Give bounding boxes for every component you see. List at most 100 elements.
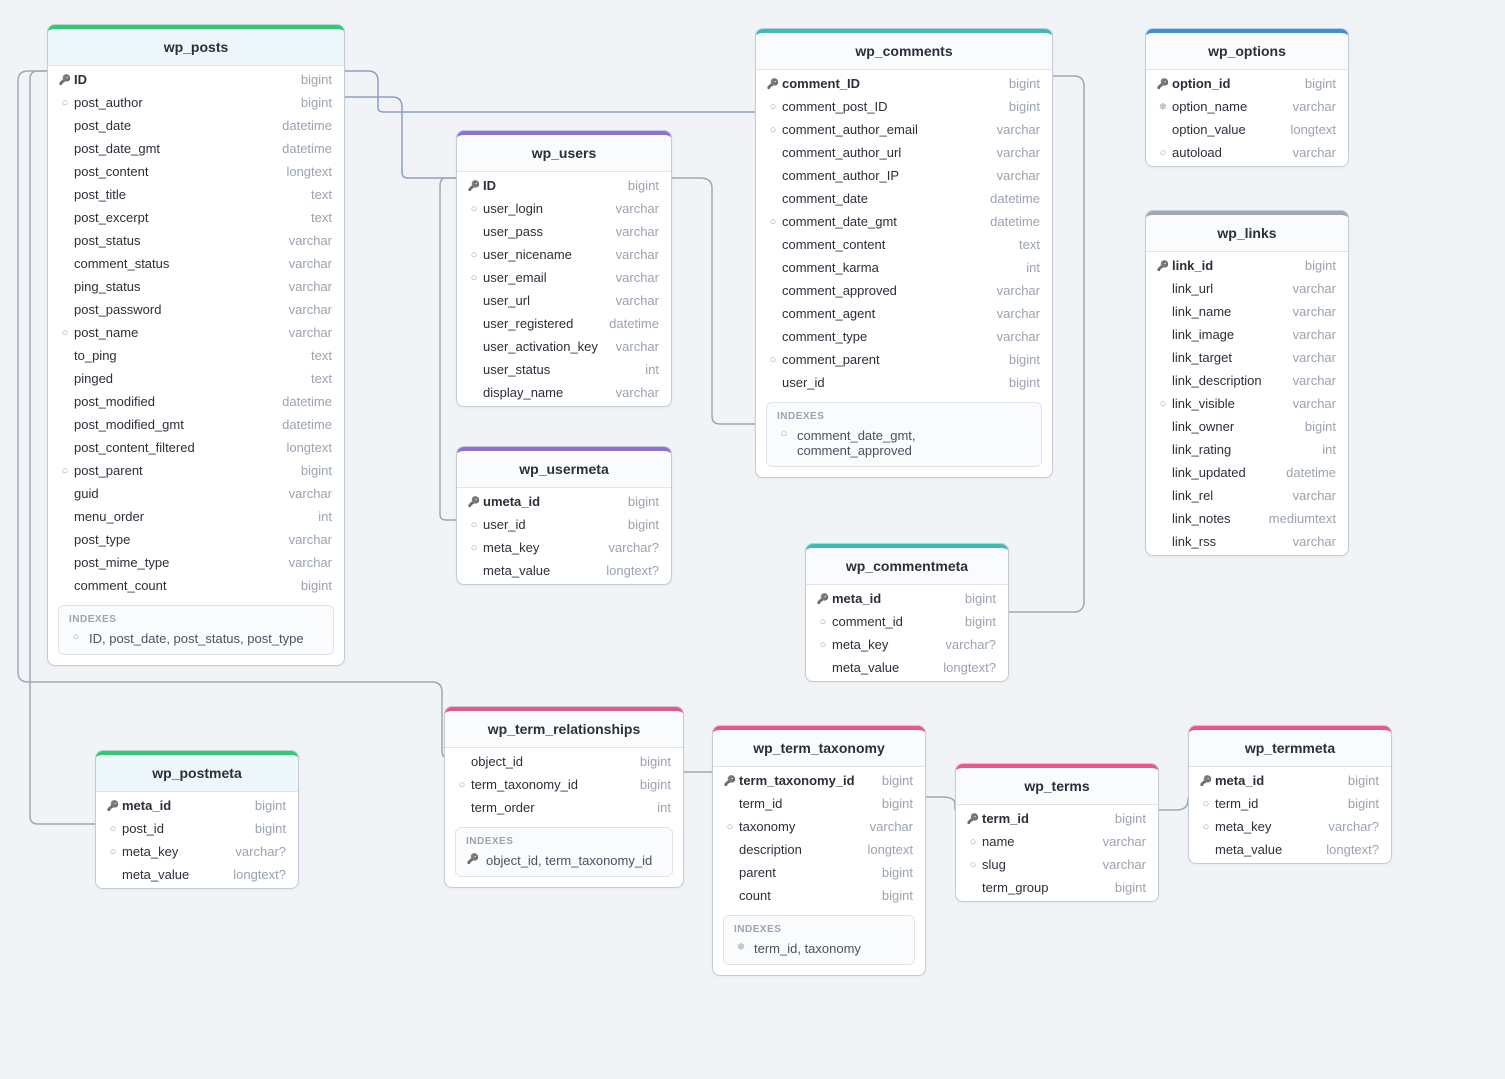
table-header[interactable]: wp_options bbox=[1146, 29, 1348, 70]
column-row[interactable]: link_urlvarchar bbox=[1146, 277, 1348, 300]
column-row[interactable]: meta_idbigint bbox=[806, 587, 1008, 610]
column-row[interactable]: post_authorbigint bbox=[48, 91, 344, 114]
column-row[interactable]: link_ratingint bbox=[1146, 438, 1348, 461]
column-row[interactable]: guidvarchar bbox=[48, 482, 344, 505]
column-row[interactable]: user_nicenamevarchar bbox=[457, 243, 671, 266]
table-header[interactable]: wp_links bbox=[1146, 211, 1348, 252]
column-row[interactable]: link_visiblevarchar bbox=[1146, 392, 1348, 415]
column-row[interactable]: post_titletext bbox=[48, 183, 344, 206]
column-row[interactable]: meta_idbigint bbox=[1189, 769, 1391, 792]
table-header[interactable]: wp_postmeta bbox=[96, 751, 298, 792]
column-row[interactable]: comment_agentvarchar bbox=[756, 302, 1052, 325]
column-row[interactable]: post_modifieddatetime bbox=[48, 390, 344, 413]
column-row[interactable]: meta_idbigint bbox=[96, 794, 298, 817]
column-row[interactable]: IDbigint bbox=[457, 174, 671, 197]
column-row[interactable]: umeta_idbigint bbox=[457, 490, 671, 513]
column-row[interactable]: post_content_filteredlongtext bbox=[48, 436, 344, 459]
column-row[interactable]: post_namevarchar bbox=[48, 321, 344, 344]
column-row[interactable]: link_rssvarchar bbox=[1146, 530, 1348, 553]
column-row[interactable]: meta_valuelongtext? bbox=[806, 656, 1008, 679]
column-row[interactable]: user_idbigint bbox=[756, 371, 1052, 394]
index-row[interactable]: term_id, taxonomy bbox=[734, 941, 904, 956]
column-row[interactable]: user_loginvarchar bbox=[457, 197, 671, 220]
table-header[interactable]: wp_term_taxonomy bbox=[713, 726, 925, 767]
column-row[interactable]: ping_statusvarchar bbox=[48, 275, 344, 298]
column-row[interactable]: term_orderint bbox=[445, 796, 683, 819]
column-row[interactable]: comment_karmaint bbox=[756, 256, 1052, 279]
table-wp_term_taxonomy[interactable]: wp_term_taxonomyterm_taxonomy_idbigintte… bbox=[712, 725, 926, 976]
table-wp_users[interactable]: wp_usersIDbigintuser_loginvarcharuser_pa… bbox=[456, 130, 672, 407]
table-wp_commentmeta[interactable]: wp_commentmetameta_idbigintcomment_idbig… bbox=[805, 543, 1009, 682]
table-wp_posts[interactable]: wp_postsIDbigintpost_authorbigintpost_da… bbox=[47, 24, 345, 666]
column-row[interactable]: comment_IDbigint bbox=[756, 72, 1052, 95]
column-row[interactable]: link_targetvarchar bbox=[1146, 346, 1348, 369]
column-row[interactable]: comment_author_urlvarchar bbox=[756, 141, 1052, 164]
table-header[interactable]: wp_comments bbox=[756, 29, 1052, 70]
column-row[interactable]: link_descriptionvarchar bbox=[1146, 369, 1348, 392]
index-row[interactable]: comment_date_gmt, comment_approved bbox=[777, 428, 1031, 458]
column-row[interactable]: to_pingtext bbox=[48, 344, 344, 367]
column-row[interactable]: taxonomyvarchar bbox=[713, 815, 925, 838]
column-row[interactable]: comment_approvedvarchar bbox=[756, 279, 1052, 302]
column-row[interactable]: comment_author_emailvarchar bbox=[756, 118, 1052, 141]
column-row[interactable]: comment_date_gmtdatetime bbox=[756, 210, 1052, 233]
column-row[interactable]: option_idbigint bbox=[1146, 72, 1348, 95]
table-header[interactable]: wp_termmeta bbox=[1189, 726, 1391, 767]
column-row[interactable]: meta_keyvarchar? bbox=[96, 840, 298, 863]
table-header[interactable]: wp_usermeta bbox=[457, 447, 671, 488]
column-row[interactable]: term_groupbigint bbox=[956, 876, 1158, 899]
column-row[interactable]: countbigint bbox=[713, 884, 925, 907]
table-header[interactable]: wp_users bbox=[457, 131, 671, 172]
column-row[interactable]: user_activation_keyvarchar bbox=[457, 335, 671, 358]
column-row[interactable]: menu_orderint bbox=[48, 505, 344, 528]
column-row[interactable]: user_idbigint bbox=[457, 513, 671, 536]
column-row[interactable]: object_idbigint bbox=[445, 750, 683, 773]
column-row[interactable]: post_passwordvarchar bbox=[48, 298, 344, 321]
column-row[interactable]: term_idbigint bbox=[956, 807, 1158, 830]
column-row[interactable]: term_taxonomy_idbigint bbox=[445, 773, 683, 796]
column-row[interactable]: post_contentlongtext bbox=[48, 160, 344, 183]
table-wp_links[interactable]: wp_linkslink_idbigintlink_urlvarcharlink… bbox=[1145, 210, 1349, 556]
column-row[interactable]: post_modified_gmtdatetime bbox=[48, 413, 344, 436]
column-row[interactable]: post_date_gmtdatetime bbox=[48, 137, 344, 160]
column-row[interactable]: post_mime_typevarchar bbox=[48, 551, 344, 574]
column-row[interactable]: comment_datedatetime bbox=[756, 187, 1052, 210]
table-wp_term_relationships[interactable]: wp_term_relationshipsobject_idbigintterm… bbox=[444, 706, 684, 888]
column-row[interactable]: meta_keyvarchar? bbox=[806, 633, 1008, 656]
column-row[interactable]: post_parentbigint bbox=[48, 459, 344, 482]
column-row[interactable]: display_namevarchar bbox=[457, 381, 671, 404]
column-row[interactable]: term_idbigint bbox=[1189, 792, 1391, 815]
column-row[interactable]: link_notesmediumtext bbox=[1146, 507, 1348, 530]
column-row[interactable]: comment_typevarchar bbox=[756, 325, 1052, 348]
column-row[interactable]: comment_statusvarchar bbox=[48, 252, 344, 275]
column-row[interactable]: option_namevarchar bbox=[1146, 95, 1348, 118]
column-row[interactable]: user_passvarchar bbox=[457, 220, 671, 243]
column-row[interactable]: comment_idbigint bbox=[806, 610, 1008, 633]
table-wp_usermeta[interactable]: wp_usermetaumeta_idbigintuser_idbigintme… bbox=[456, 446, 672, 585]
column-row[interactable]: IDbigint bbox=[48, 68, 344, 91]
column-row[interactable]: descriptionlongtext bbox=[713, 838, 925, 861]
column-row[interactable]: comment_post_IDbigint bbox=[756, 95, 1052, 118]
table-wp_options[interactable]: wp_optionsoption_idbigintoption_namevarc… bbox=[1145, 28, 1349, 167]
column-row[interactable]: comment_contenttext bbox=[756, 233, 1052, 256]
table-wp_comments[interactable]: wp_commentscomment_IDbigintcomment_post_… bbox=[755, 28, 1053, 478]
column-row[interactable]: link_updateddatetime bbox=[1146, 461, 1348, 484]
column-row[interactable]: post_excerpttext bbox=[48, 206, 344, 229]
column-row[interactable]: comment_author_IPvarchar bbox=[756, 164, 1052, 187]
column-row[interactable]: meta_valuelongtext? bbox=[96, 863, 298, 886]
column-row[interactable]: link_imagevarchar bbox=[1146, 323, 1348, 346]
column-row[interactable]: post_datedatetime bbox=[48, 114, 344, 137]
table-header[interactable]: wp_posts bbox=[48, 25, 344, 66]
column-row[interactable]: autoloadvarchar bbox=[1146, 141, 1348, 164]
table-wp_postmeta[interactable]: wp_postmetameta_idbigintpost_idbigintmet… bbox=[95, 750, 299, 889]
column-row[interactable]: post_idbigint bbox=[96, 817, 298, 840]
column-row[interactable]: namevarchar bbox=[956, 830, 1158, 853]
column-row[interactable]: link_relvarchar bbox=[1146, 484, 1348, 507]
column-row[interactable]: comment_countbigint bbox=[48, 574, 344, 597]
table-header[interactable]: wp_commentmeta bbox=[806, 544, 1008, 585]
column-row[interactable]: user_statusint bbox=[457, 358, 671, 381]
column-row[interactable]: user_emailvarchar bbox=[457, 266, 671, 289]
column-row[interactable]: user_urlvarchar bbox=[457, 289, 671, 312]
column-row[interactable]: pingedtext bbox=[48, 367, 344, 390]
column-row[interactable]: meta_valuelongtext? bbox=[457, 559, 671, 582]
